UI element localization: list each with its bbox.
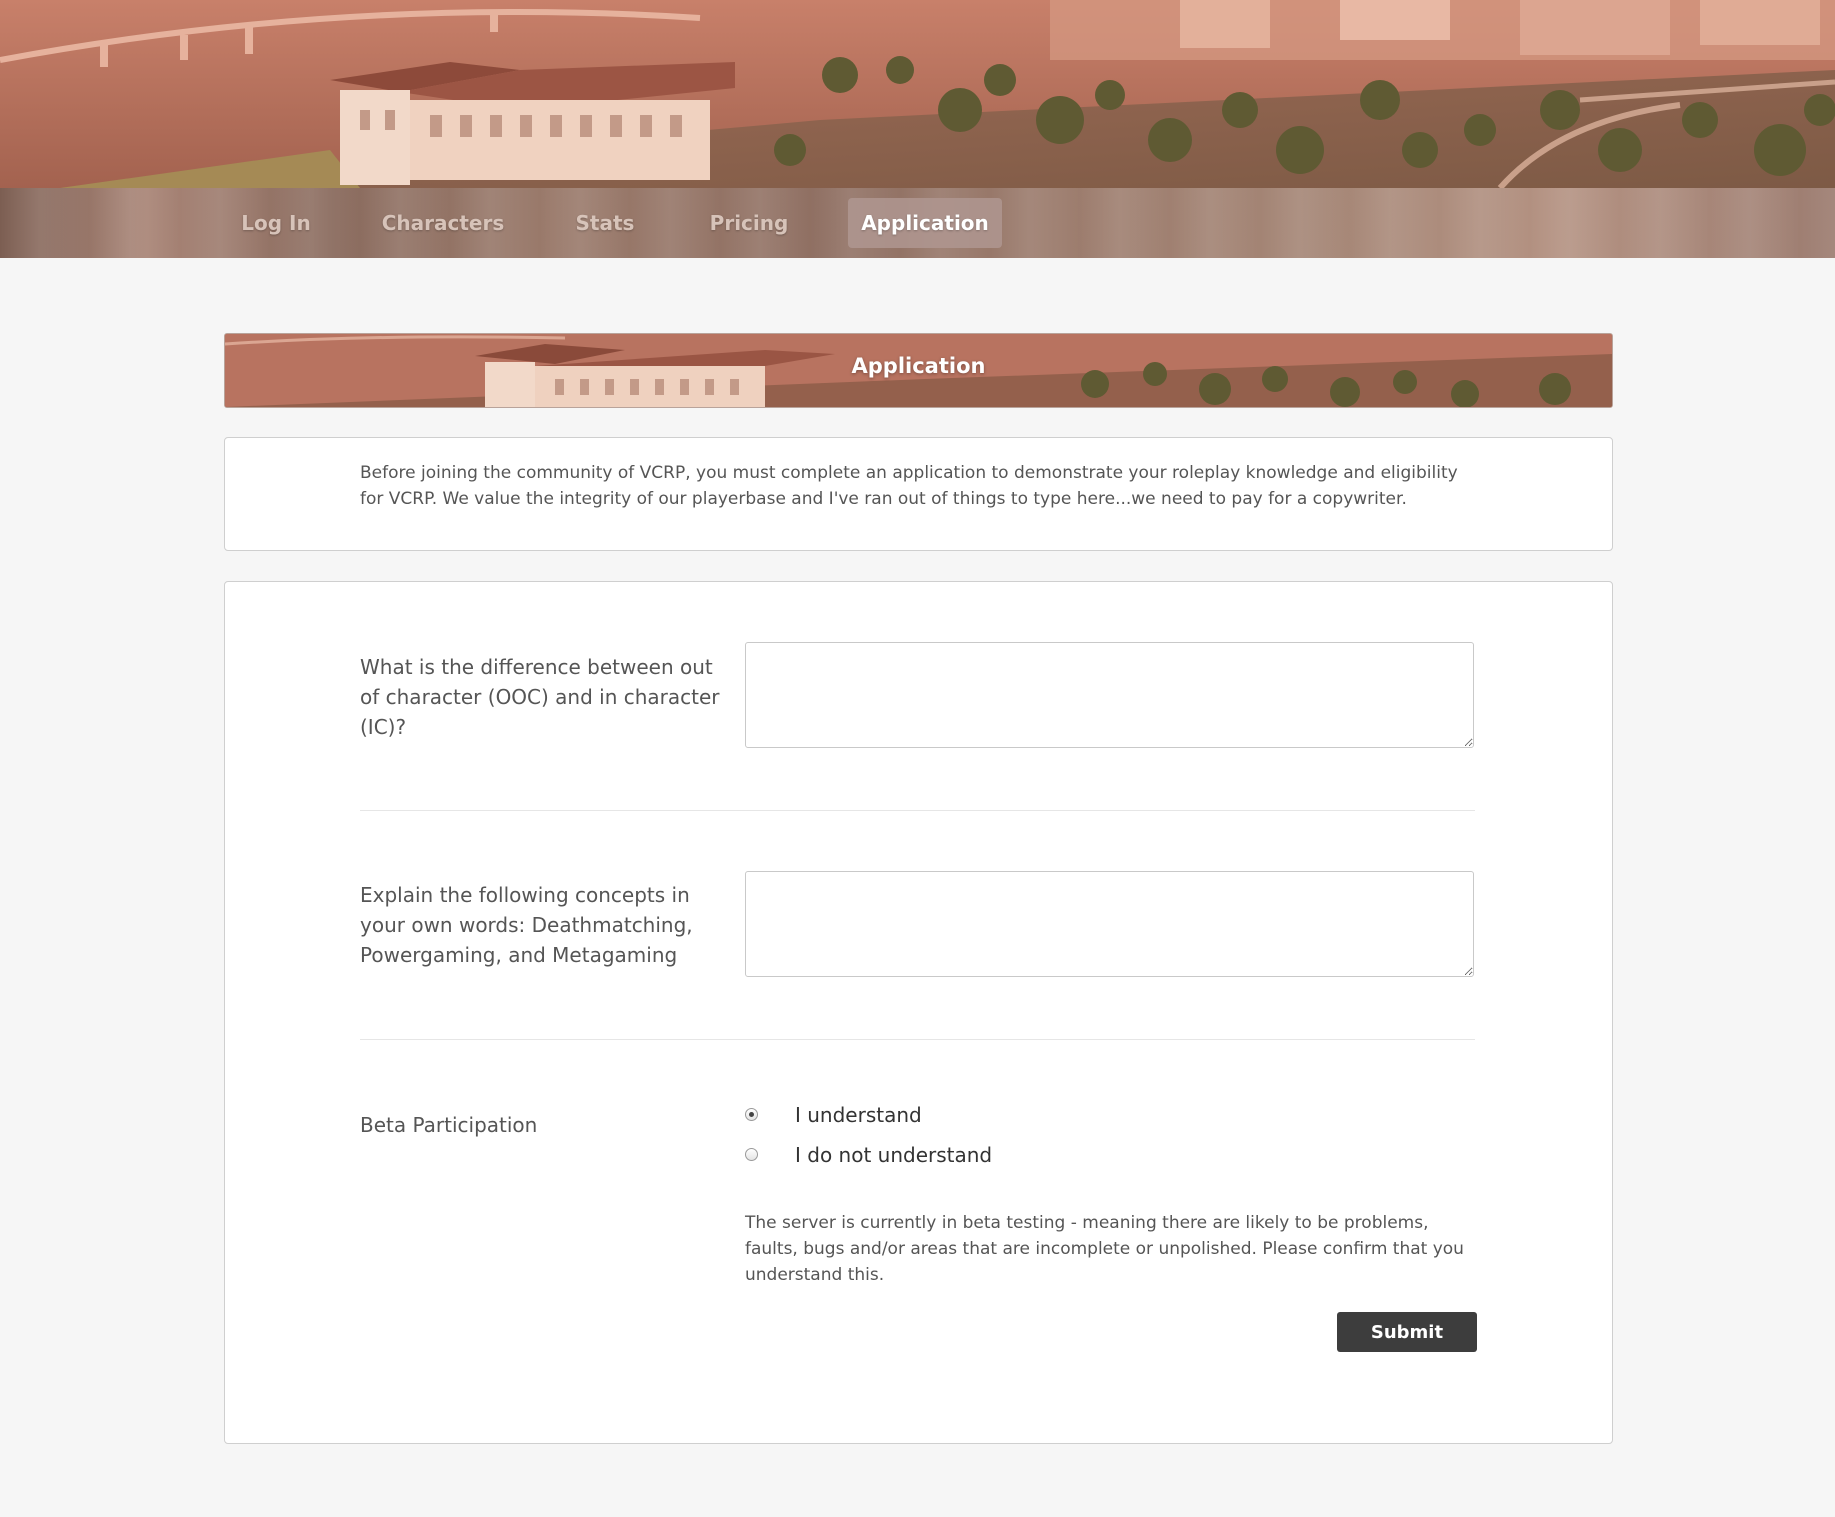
nav-item-characters[interactable]: Characters — [370, 198, 516, 248]
question-ooc-ic-answer[interactable] — [745, 642, 1474, 748]
radio-unchecked-icon[interactable] — [745, 1148, 758, 1161]
intro-text: Before joining the community of VCRP, yo… — [360, 463, 1458, 509]
nav-list: Log In Characters Stats Pricing Applicat… — [0, 188, 1835, 258]
form-divider — [360, 1039, 1475, 1040]
nav-item-log-in[interactable]: Log In — [226, 198, 326, 248]
radio-option-understand-label: I understand — [795, 1103, 922, 1127]
header-hero-image — [0, 0, 1835, 188]
intro-card: Before joining the community of VCRP, yo… — [224, 437, 1613, 551]
application-form: What is the difference between out of ch… — [224, 581, 1613, 1444]
nav-item-application[interactable]: Application — [848, 198, 1002, 248]
nav-item-stats[interactable]: Stats — [560, 198, 650, 248]
form-divider — [360, 810, 1475, 811]
beta-participation-label: Beta Participation — [360, 1113, 538, 1137]
nav-item-pricing[interactable]: Pricing — [695, 198, 803, 248]
city-scene-illustration — [0, 0, 1835, 188]
main-navbar: Log In Characters Stats Pricing Applicat… — [0, 188, 1835, 258]
question-concepts-answer[interactable] — [745, 871, 1474, 977]
radio-checked-icon[interactable] — [745, 1108, 758, 1121]
radio-option-do-not-understand-label: I do not understand — [795, 1143, 993, 1167]
question-concepts-label: Explain the following concepts in your o… — [360, 883, 693, 967]
submit-button[interactable]: Submit — [1337, 1312, 1477, 1352]
banner-title: Application — [851, 354, 986, 378]
application-banner: Application — [224, 333, 1613, 408]
beta-note-text: The server is currently in beta testing … — [745, 1213, 1464, 1285]
question-ooc-ic-label: What is the difference between out of ch… — [360, 655, 720, 739]
